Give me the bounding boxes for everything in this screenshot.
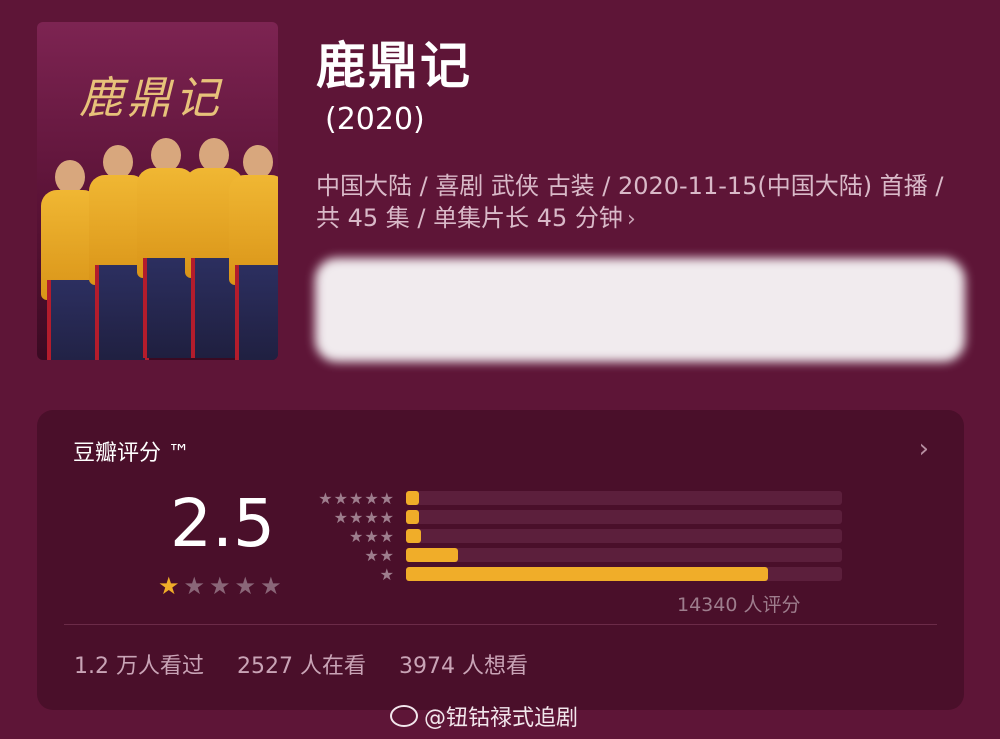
distribution-bar-fill (406, 548, 459, 562)
chevron-right-icon[interactable]: › (919, 434, 929, 464)
distribution-bar (406, 510, 842, 524)
viewer-stats: 1.2 万人看过 2527 人在看 3974 人想看 (74, 648, 554, 680)
distribution-bar-fill (406, 510, 420, 524)
distribution-bar (406, 548, 842, 562)
poster-figure (229, 145, 278, 360)
rating-label: 豆瓣评分 ™ (73, 441, 190, 466)
rating-panel[interactable]: 豆瓣评分 ™ › 2.5 ★★★★★ ★★★★★ ★★★★ ★★★ ★★ ★ 1… (37, 410, 964, 710)
star-icon: ★ (260, 572, 286, 600)
distribution-stars-label: ★ (379, 565, 395, 584)
poster-title-art: 鹿鼎记 (79, 73, 223, 124)
distribution-bar-fill (406, 529, 422, 543)
chevron-right-icon: › (626, 207, 636, 232)
watching-count: 2527 人在看 (236, 654, 366, 679)
distribution-bar (406, 529, 842, 543)
rating-score: 2.5 (170, 485, 275, 562)
show-info[interactable]: 中国大陆 / 喜剧 武侠 古装 / 2020-11-15(中国大陆) 首播 / … (316, 170, 966, 236)
distribution-stars-label: ★★ (364, 546, 395, 565)
distribution-bar (406, 567, 842, 581)
rating-count: 14340 人评分 (677, 594, 801, 616)
distribution-bar-fill (406, 491, 420, 505)
release-year: (2020) (325, 102, 425, 137)
watermark-text: @钮钴禄式追剧 (424, 706, 579, 731)
weibo-icon (390, 705, 418, 727)
watermark: @钮钴禄式追剧 (390, 700, 578, 732)
score-stars: ★★★★★ (158, 572, 286, 600)
want-count: 3974 人想看 (398, 654, 528, 679)
poster-image[interactable]: 鹿鼎记 (37, 22, 278, 360)
distribution-stars-label: ★★★ (348, 527, 395, 546)
distribution-stars-label: ★★★★★ (318, 489, 395, 508)
star-icon: ★ (158, 572, 184, 600)
watched-count: 1.2 万人看过 (74, 654, 204, 679)
redacted-area (315, 258, 965, 362)
distribution-bar-fill (406, 567, 768, 581)
star-icon: ★ (234, 572, 261, 600)
page-title: 鹿鼎记 (316, 37, 472, 95)
distribution-stars-label: ★★★★ (333, 508, 395, 527)
star-icon: ★ (209, 572, 235, 600)
distribution-bar (406, 491, 842, 505)
divider (64, 624, 937, 625)
star-icon: ★ (183, 572, 210, 600)
